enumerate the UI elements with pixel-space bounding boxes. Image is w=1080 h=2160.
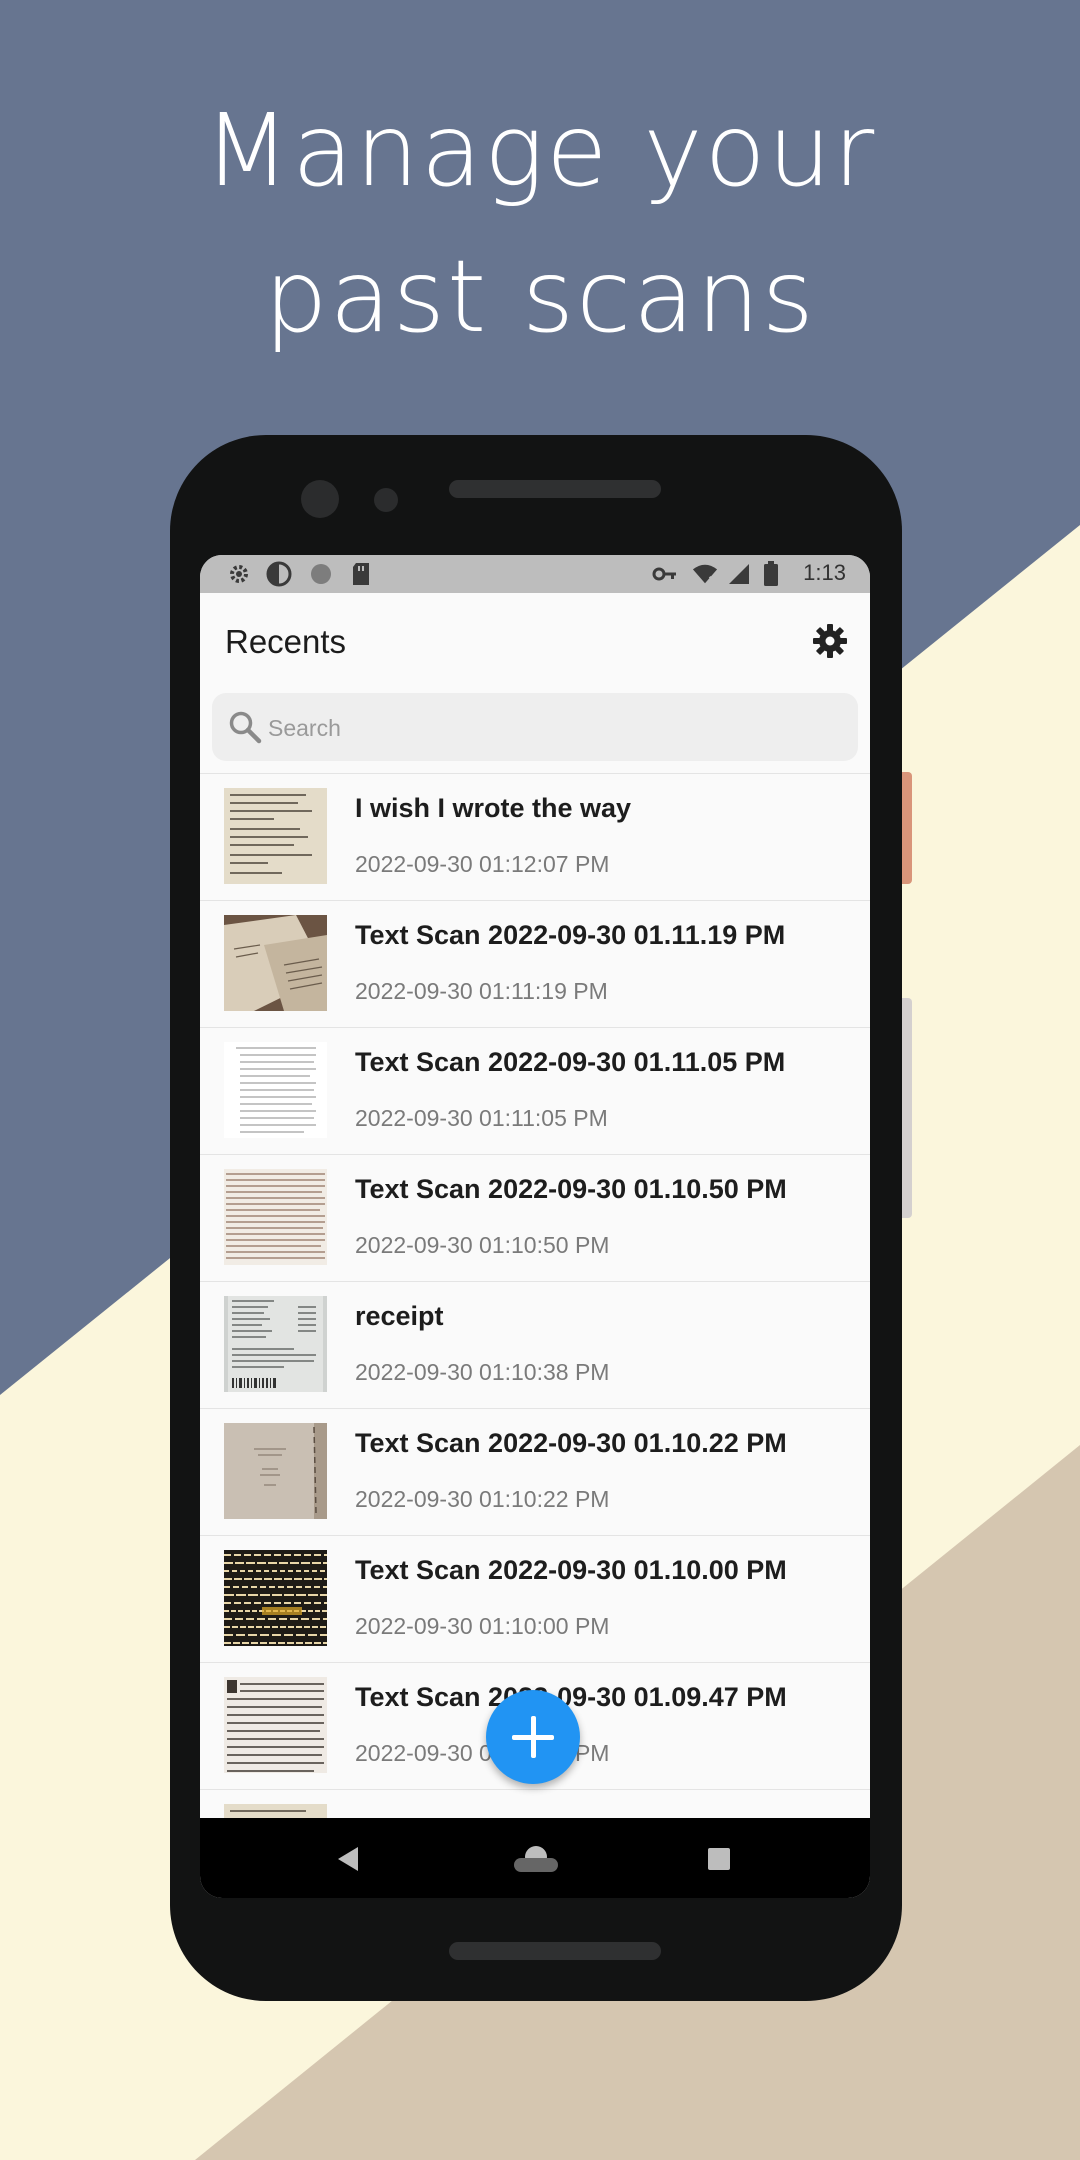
gear-icon [226, 561, 252, 587]
search-bar[interactable] [212, 693, 858, 761]
back-icon[interactable] [336, 1846, 360, 1872]
scan-date: 2022-09-30 01:11:05 PM [355, 1105, 608, 1131]
status-time: 1:13 [803, 560, 846, 585]
front-camera [301, 480, 339, 518]
scan-date: 2022-09-30 01:10:38 PM [355, 1359, 610, 1385]
scan-thumbnail [224, 1296, 327, 1392]
headline-line-1: Manage your [203, 92, 877, 209]
app-bar: Recents [200, 593, 870, 683]
plus-icon [512, 1716, 554, 1758]
sd-card-icon [348, 561, 374, 587]
contrast-icon [266, 561, 292, 587]
list-item[interactable]: Text Scan 2022-09-30 01.11.19 PM 2022-09… [200, 900, 870, 1027]
signal-icon [726, 561, 752, 587]
phone-frame: 1:13 Recents Search I wish I wrote the w… [170, 435, 912, 2001]
proximity-sensor [374, 488, 398, 512]
wifi-icon [692, 561, 718, 587]
scan-thumbnail [224, 915, 327, 1011]
status-bar: 1:13 [200, 555, 870, 593]
phone-screen: 1:13 Recents Search I wish I wrote the w… [200, 555, 870, 1898]
scan-title: receipt [355, 1301, 444, 1331]
list-item[interactable]: I wish I wrote the way 2022-09-30 01:12:… [200, 773, 870, 900]
scan-thumbnail [224, 1169, 327, 1265]
search-icon [229, 711, 262, 744]
power-button [902, 772, 912, 884]
list-item[interactable]: receipt 2022-09-30 01:10:38 PM [200, 1281, 870, 1408]
headline-line-2: past scans [264, 238, 816, 355]
scan-title: I wish I wrote the way [355, 793, 632, 823]
scan-thumbnail [224, 1423, 327, 1519]
scan-title: Text Scan 2022-09-30 01.10.00 PM [355, 1555, 787, 1585]
scan-date: 2022-09-30 01:10:50 PM [355, 1232, 610, 1258]
scan-date: 2022-09-30 01:10:22 PM [355, 1486, 610, 1512]
battery-icon [758, 561, 784, 587]
scan-thumbnail [224, 1677, 327, 1773]
scan-date: 2022-09-30 01:11:19 PM [355, 978, 608, 1004]
scan-thumbnail [224, 1550, 327, 1646]
volume-button [902, 998, 912, 1218]
scan-thumbnail [224, 788, 327, 884]
scan-title: Text Scan 2022-09-30 01.11.19 PM [355, 920, 786, 950]
circle-icon [308, 561, 334, 587]
list-item[interactable]: Text Scan 2022-09-30 01.10.50 PM 2022-09… [200, 1154, 870, 1281]
key-icon [652, 561, 678, 587]
gear-icon[interactable] [812, 623, 848, 659]
scan-date: 2022-09-30 01:10:00 PM [355, 1613, 610, 1639]
add-scan-button[interactable] [486, 1690, 580, 1784]
list-item[interactable]: Text Scan 2022-09-30 01.10.22 PM 2022-09… [200, 1408, 870, 1535]
page-title: Recents [225, 623, 347, 660]
scan-title: Text Scan 2022-09-30 01.10.22 PM [355, 1428, 787, 1458]
earpiece-speaker [449, 480, 661, 498]
bottom-speaker [449, 1942, 661, 1960]
list-item[interactable]: Text Scan 2022-09-30 01.10.00 PM 2022-09… [200, 1535, 870, 1662]
list-item[interactable]: Text Scan 2022-09-30 01.11.05 PM 2022-09… [200, 1027, 870, 1154]
search-input[interactable] [266, 707, 830, 749]
scan-title: Text Scan 2022-09-30 01.10.50 PM [355, 1174, 787, 1204]
scan-date: 2022-09-30 01:12:07 PM [355, 851, 610, 877]
scan-thumbnail [224, 1042, 327, 1138]
recents-icon[interactable] [708, 1848, 730, 1870]
home-icon[interactable] [512, 1844, 560, 1872]
navigation-bar [200, 1818, 870, 1898]
headline: Manage your past scans [0, 78, 1080, 370]
scan-title: Text Scan 2022-09-30 01.11.05 PM [355, 1047, 786, 1077]
